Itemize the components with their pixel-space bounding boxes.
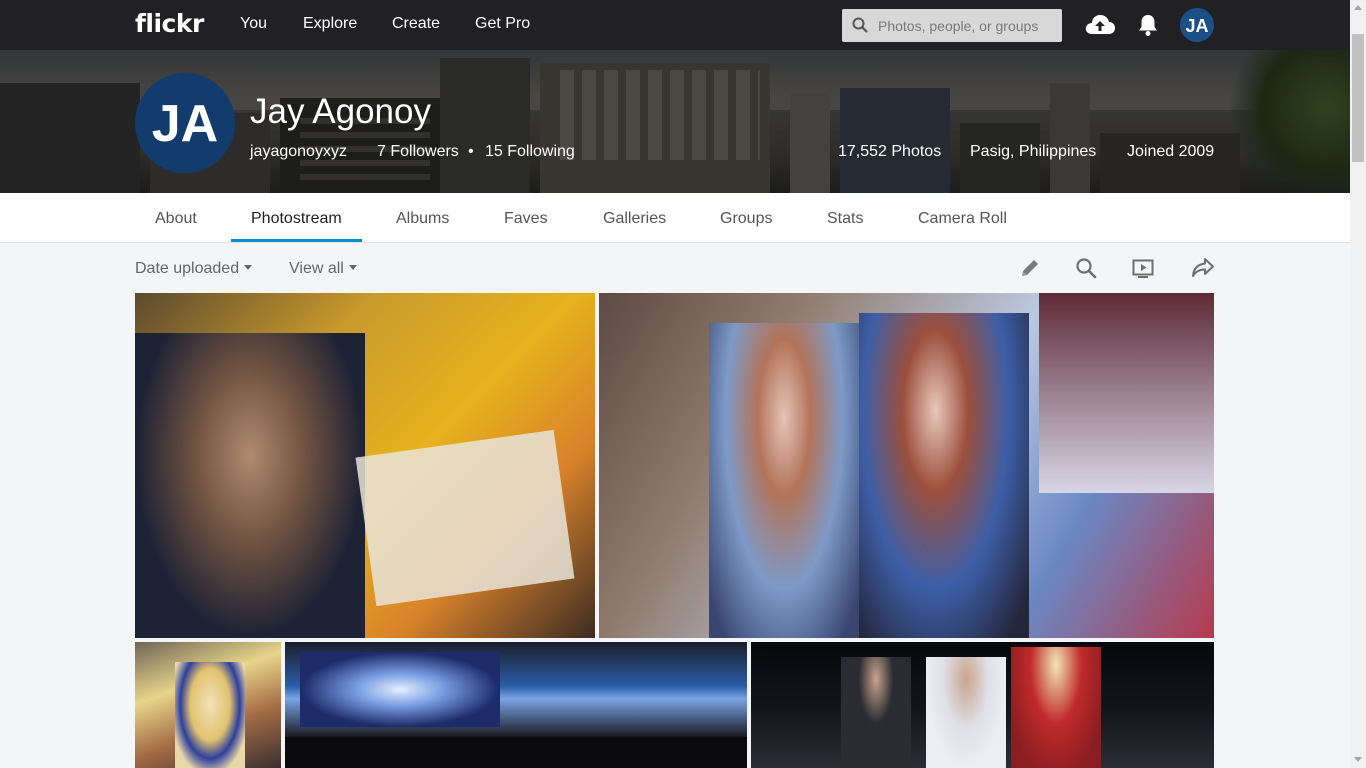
view-dropdown[interactable]: View all: [289, 260, 357, 278]
photo-tile[interactable]: [135, 642, 281, 768]
avatar-initials: JA: [1185, 16, 1208, 36]
share-icon[interactable]: [1191, 257, 1215, 284]
search-box: [842, 9, 1062, 42]
tab-galleries[interactable]: Galleries: [603, 210, 666, 228]
caret-down-icon: [348, 265, 357, 270]
sort-label: Date uploaded: [135, 260, 240, 277]
avatar-initials: JA: [152, 95, 218, 153]
scroll-up-icon[interactable]: [1354, 5, 1362, 10]
pencil-icon[interactable]: [1019, 257, 1041, 284]
view-label: View all: [289, 260, 344, 277]
profile-name: Jay Agonoy: [250, 92, 431, 131]
tab-camera-roll[interactable]: Camera Roll: [918, 210, 1007, 228]
tab-faves[interactable]: Faves: [504, 210, 548, 228]
tab-about[interactable]: About: [155, 210, 197, 228]
sort-dropdown[interactable]: Date uploaded: [135, 260, 253, 278]
photo-tile[interactable]: [751, 642, 1214, 768]
caret-down-icon: [244, 265, 253, 270]
top-navbar: flickr You Explore Create Get Pro JA: [0, 0, 1350, 50]
joined-date: Joined 2009: [1127, 143, 1215, 160]
photo-tile[interactable]: [135, 293, 595, 638]
meta-separator: •: [468, 143, 474, 160]
active-tab-indicator: [231, 239, 362, 242]
search-icon: [852, 17, 868, 38]
search-input[interactable]: [872, 9, 1058, 42]
photo-tile[interactable]: [285, 642, 747, 768]
scrollbar-thumb[interactable]: [1352, 34, 1364, 162]
profile-location: Pasig, Philippines: [970, 143, 1097, 160]
nav-explore[interactable]: Explore: [303, 15, 357, 33]
scroll-down-icon[interactable]: [1354, 757, 1362, 762]
upload-cloud-icon[interactable]: [1084, 10, 1116, 45]
tab-stats[interactable]: Stats: [827, 210, 863, 228]
flickr-logo[interactable]: flickr: [135, 9, 204, 38]
followers-link[interactable]: 7 Followers: [377, 143, 459, 161]
profile-avatar[interactable]: JA: [135, 73, 235, 173]
following-link[interactable]: 15 Following: [485, 143, 575, 161]
magnifier-icon[interactable]: [1075, 257, 1097, 284]
tab-albums[interactable]: Albums: [396, 210, 449, 228]
nav-you[interactable]: You: [240, 15, 267, 33]
tab-photostream[interactable]: Photostream: [251, 210, 342, 228]
profile-username: jayagonoyxyz: [250, 143, 347, 160]
slideshow-icon[interactable]: [1132, 257, 1154, 284]
nav-create[interactable]: Create: [392, 15, 440, 33]
profile-tabs: About Photostream Albums Faves Galleries…: [0, 193, 1350, 243]
user-avatar[interactable]: JA: [1180, 8, 1214, 42]
bell-icon[interactable]: [1137, 13, 1159, 42]
photo-count: 17,552 Photos: [838, 143, 942, 160]
nav-get-pro[interactable]: Get Pro: [475, 15, 530, 33]
tab-groups[interactable]: Groups: [720, 210, 772, 228]
photo-tile[interactable]: [599, 293, 1214, 638]
